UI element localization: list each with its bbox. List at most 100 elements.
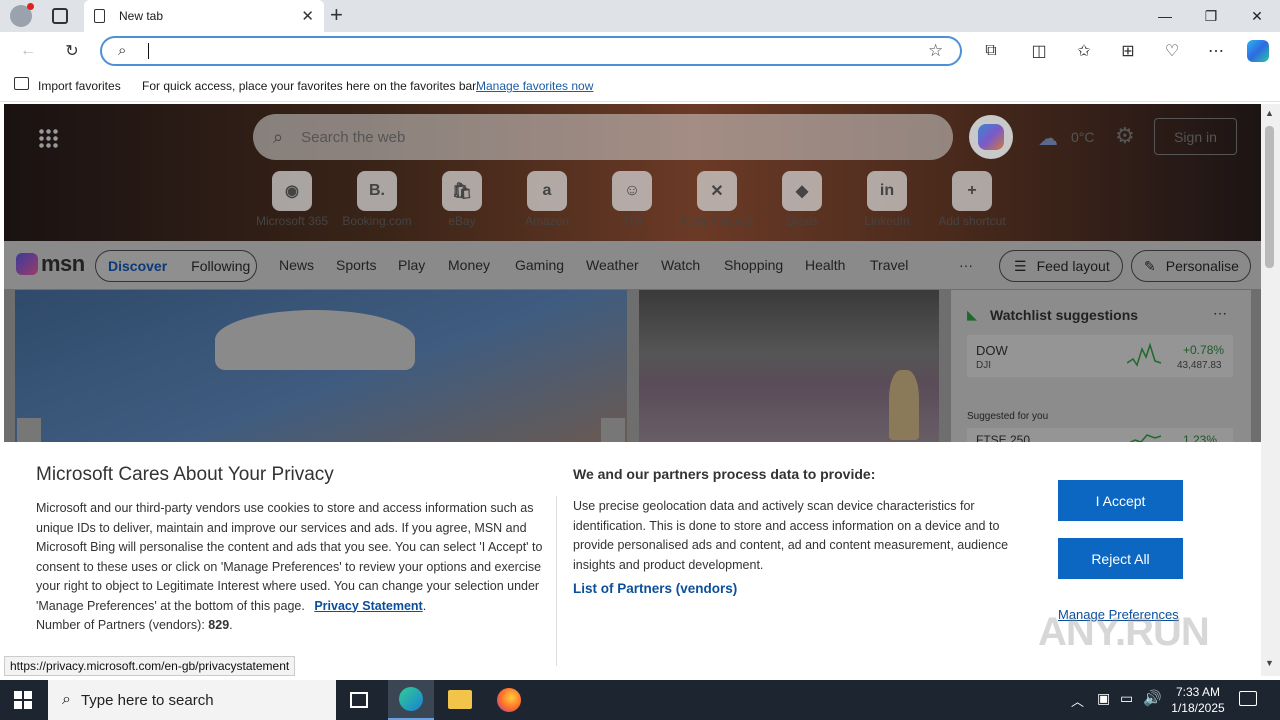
collections-icon[interactable]: ⊞	[1115, 39, 1141, 63]
performance-icon[interactable]: ♡	[1159, 39, 1185, 63]
nav-shopping[interactable]: Shopping	[724, 257, 783, 273]
page-scrollbar[interactable]: ▲ ▼	[1261, 104, 1280, 676]
reject-all-button[interactable]: Reject All	[1058, 538, 1183, 579]
feed-layout-button[interactable]: ☰ Feed layout	[999, 250, 1123, 282]
favorite-star-icon[interactable]: ☆	[928, 41, 943, 61]
side-article-image[interactable]	[639, 290, 939, 449]
shortcut-label: Add shortcut	[938, 214, 1006, 228]
msn-wordmark: msn	[41, 251, 85, 276]
shortcut-label: TUI	[622, 214, 642, 228]
refresh-button[interactable]: ↻	[59, 39, 85, 63]
extensions-icon[interactable]: ⧉	[978, 39, 1004, 63]
copilot-button[interactable]	[969, 115, 1013, 159]
shortcut-ebay[interactable]: 🛍 eBay	[422, 171, 502, 228]
shortcut-linkedin[interactable]: in LinkedIn	[847, 171, 927, 228]
scroll-up-arrow[interactable]: ▲	[1265, 108, 1274, 118]
close-tab-icon[interactable]: ✕	[301, 7, 314, 25]
manage-favorites-link[interactable]: Manage favorites now	[476, 79, 593, 93]
favorites-hint: For quick access, place your favorites h…	[142, 79, 479, 93]
shortcut-amazon[interactable]: a Amazon	[507, 171, 587, 228]
hero-article-image[interactable]	[15, 290, 627, 449]
scroll-down-arrow[interactable]: ▼	[1265, 658, 1274, 668]
weather-temp[interactable]: 0°C	[1071, 129, 1095, 145]
split-screen-icon[interactable]: ◫	[1026, 39, 1052, 63]
nav-health[interactable]: Health	[805, 257, 845, 273]
scroll-thumb[interactable]	[1265, 126, 1274, 268]
tray-device-icon[interactable]: ▣	[1097, 690, 1110, 707]
nav-watch[interactable]: Watch	[661, 257, 700, 273]
accept-button[interactable]: I Accept	[1058, 480, 1183, 521]
new-tab-button[interactable]: +	[330, 2, 343, 28]
shortcut-tile-icon: ◆	[782, 171, 822, 211]
nav-weather[interactable]: Weather	[586, 257, 639, 273]
privacy-statement-link[interactable]: Privacy Statement	[314, 599, 422, 613]
partners-count: 829	[208, 618, 230, 632]
back-button[interactable]: ←	[15, 39, 41, 63]
close-window-button[interactable]: ✕	[1234, 0, 1280, 32]
tab-discover[interactable]: Discover	[108, 258, 167, 274]
import-favorites-button[interactable]: Import favorites	[38, 79, 121, 93]
more-menu-icon[interactable]: ⋯	[1203, 39, 1229, 63]
partners-list-link[interactable]: List of Partners (vendors)	[573, 581, 737, 596]
web-search-box[interactable]: ⌕ Search the web	[253, 114, 953, 160]
personalise-icon: ✎	[1144, 257, 1156, 274]
firefox-icon[interactable]	[497, 688, 521, 712]
nav-more-button[interactable]: ···	[959, 257, 973, 273]
sliders-icon: ☰	[1014, 257, 1027, 274]
tab-new-tab[interactable]: New tab ✕	[84, 0, 324, 32]
shortcut-booking-com[interactable]: B. Booking.com	[337, 171, 417, 228]
apps-grid-icon[interactable]	[38, 128, 58, 148]
shortcut-tui[interactable]: ☺ TUI	[592, 171, 672, 228]
personalise-button[interactable]: ✎ Personalise	[1131, 250, 1251, 282]
taskbar-search[interactable]: ⌕ Type here to search	[48, 680, 336, 720]
nav-gaming[interactable]: Gaming	[515, 257, 564, 273]
shortcut-label: Microsoft 365	[255, 214, 329, 228]
tray-chevron-icon[interactable]: ︿	[1071, 691, 1084, 710]
nav-money[interactable]: Money	[448, 257, 490, 273]
restore-button[interactable]: ❐	[1188, 0, 1234, 32]
address-bar[interactable]: ⌕ ☆	[100, 36, 962, 66]
nav-news[interactable]: News	[279, 257, 314, 273]
shortcut-tile-icon: ☺	[612, 171, 652, 211]
watchlist-chart-icon: ◣	[967, 307, 977, 322]
volume-icon[interactable]: 🔊	[1143, 689, 1162, 707]
watchlist-item[interactable]: DOW DJI +0.78% 43,487.83	[967, 335, 1233, 377]
watchlist-more-icon[interactable]: ⋯	[1213, 305, 1227, 322]
nav-play[interactable]: Play	[398, 257, 425, 273]
nav-travel[interactable]: Travel	[870, 257, 908, 273]
clock[interactable]: 7:33 AM 1/18/2025	[1168, 684, 1228, 716]
feed-layout-label: Feed layout	[1036, 258, 1110, 274]
nav-sports[interactable]: Sports	[336, 257, 376, 273]
copilot-icon[interactable]	[1245, 39, 1271, 63]
shortcut-microsoft-365[interactable]: ◉ Microsoft 365	[252, 171, 332, 228]
shortcut-label: Amazon	[524, 214, 570, 228]
feed-tabs: Discover Following	[95, 250, 257, 282]
tab-actions-icon[interactable]	[52, 8, 68, 24]
watchlist-title: Watchlist suggestions	[990, 307, 1139, 323]
shortcut-forty-thieves[interactable]: ✕ Forty Thieves	[677, 171, 757, 228]
start-button[interactable]	[14, 691, 32, 709]
task-view-icon[interactable]	[350, 692, 368, 708]
network-icon[interactable]: ▭	[1120, 690, 1133, 707]
notifications-icon[interactable]	[1239, 691, 1257, 706]
sign-in-button[interactable]: Sign in	[1154, 118, 1237, 155]
search-icon: ⌕	[118, 42, 127, 59]
msn-logo[interactable]: msn	[16, 251, 85, 277]
address-input[interactable]	[148, 43, 928, 59]
shortcut-add-shortcut[interactable]: + Add shortcut	[932, 171, 1012, 228]
profile-icon[interactable]	[10, 3, 34, 27]
article-photo-trophy	[889, 370, 919, 440]
shortcut-deals[interactable]: ◆ Deals	[762, 171, 842, 228]
settings-gear-icon[interactable]: ⚙	[1115, 123, 1135, 149]
import-favorites-icon[interactable]	[14, 77, 29, 90]
file-explorer-icon[interactable]	[448, 690, 472, 709]
shortcut-tile-icon: +	[952, 171, 992, 211]
tab-title: New tab	[119, 9, 164, 23]
minimize-button[interactable]: —	[1142, 0, 1188, 32]
favorites-icon[interactable]: ✩	[1071, 39, 1097, 63]
edge-taskbar-icon[interactable]	[388, 680, 434, 720]
web-search-placeholder: Search the web	[301, 128, 406, 146]
weather-icon: ☁	[1038, 128, 1058, 150]
tab-following[interactable]: Following	[191, 258, 250, 274]
privacy-body-text: Microsoft and our third-party vendors us…	[36, 501, 543, 613]
